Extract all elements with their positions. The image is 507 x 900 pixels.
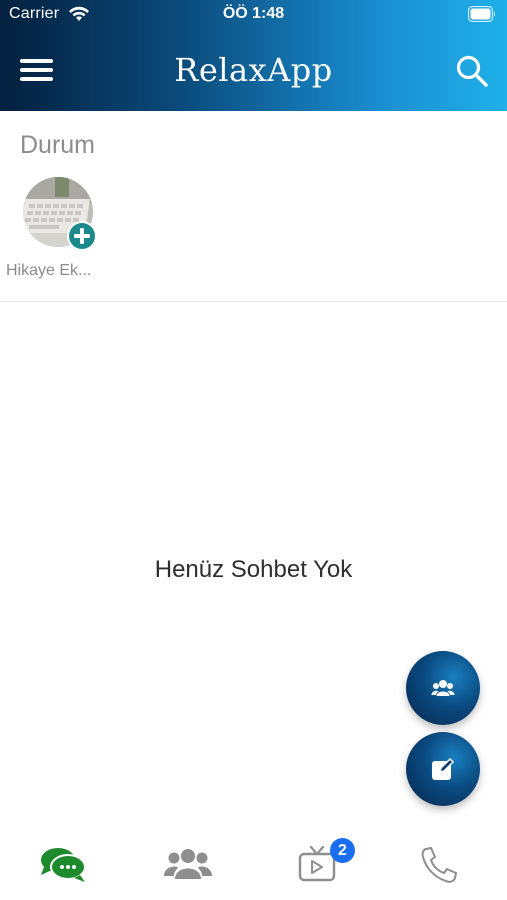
bottom-tab-bar xyxy=(0,830,507,900)
phone-icon xyxy=(421,847,457,883)
tab-groups[interactable] xyxy=(163,845,223,889)
new-group-button[interactable] xyxy=(406,651,480,725)
empty-chats-message: Henüz Sohbet Yok xyxy=(154,556,353,583)
tab-calls[interactable] xyxy=(413,845,473,889)
app-title: RelaxApp xyxy=(174,51,333,89)
section-title: Durum xyxy=(20,131,96,159)
search-icon xyxy=(456,55,488,87)
chat-bubbles-icon xyxy=(41,848,86,882)
compose-icon xyxy=(432,757,455,780)
group-icon xyxy=(431,680,455,696)
story-label: Hikaye Ek... xyxy=(6,262,92,279)
tv-badge: 2 xyxy=(330,838,355,863)
battery-icon xyxy=(468,6,495,22)
search-button[interactable] xyxy=(455,54,489,88)
users-icon xyxy=(164,849,212,879)
clock: ÖÖ 1:48 xyxy=(222,5,285,22)
tab-chats[interactable] xyxy=(38,845,98,889)
app-header: Carrier ÖÖ 1:48 RelaxApp xyxy=(0,0,507,111)
compose-button[interactable] xyxy=(406,732,480,806)
add-story-button[interactable] xyxy=(67,221,97,251)
status-bar: Carrier ÖÖ 1:48 xyxy=(0,0,507,30)
plus-circle-icon xyxy=(69,223,95,249)
status-section: Durum Hikaye Ek... xyxy=(0,111,507,302)
